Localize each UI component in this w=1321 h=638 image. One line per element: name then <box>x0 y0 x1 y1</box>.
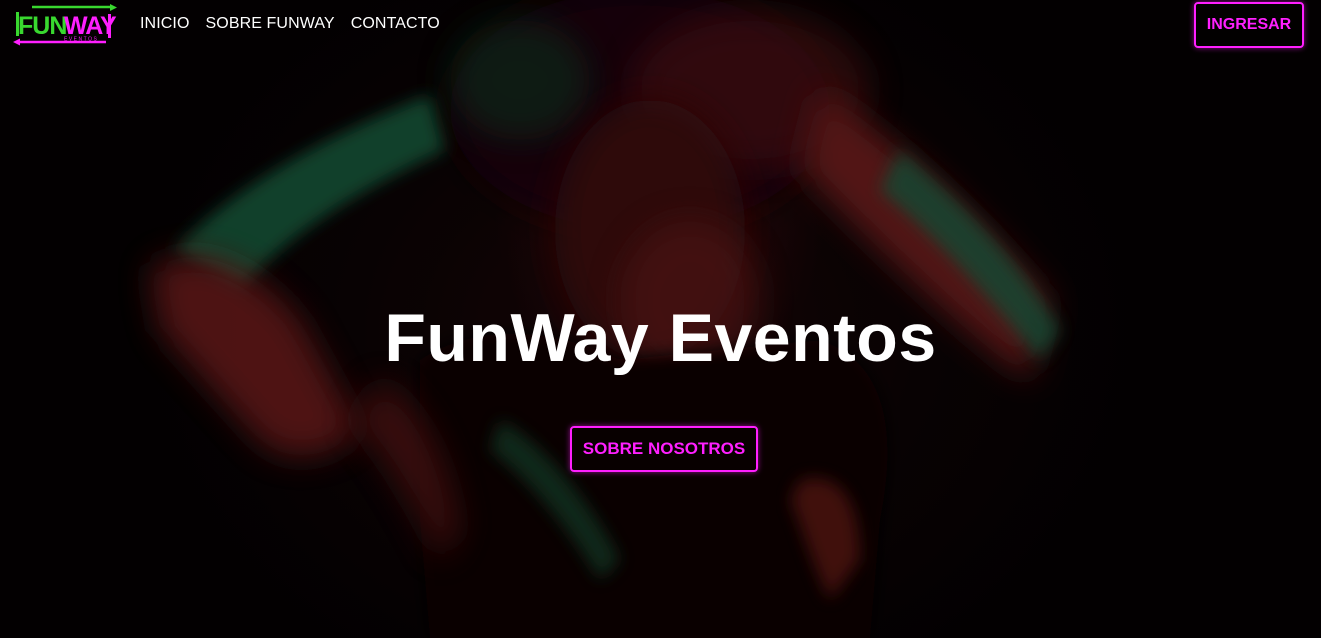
nav-links: INICIO SOBRE FUNWAY CONTACTO <box>140 15 440 33</box>
login-button[interactable]: INGRESAR <box>1194 2 1304 48</box>
hero-section: FUN WAY EVENTOS INICIO SOBRE FUNWAY CONT… <box>0 0 1321 638</box>
nav-link-sobre-funway[interactable]: SOBRE FUNWAY <box>206 15 335 33</box>
cta-wrapper: SOBRE NOSOTROS <box>0 426 1321 472</box>
nav-link-inicio[interactable]: INICIO <box>140 15 190 33</box>
svg-text:EVENTOS: EVENTOS <box>64 37 98 43</box>
funway-logo[interactable]: FUN WAY EVENTOS <box>10 4 120 46</box>
svg-text:FUN: FUN <box>18 12 66 40</box>
hero-title: FunWay Eventos <box>384 300 937 376</box>
nav-link-contacto[interactable]: CONTACTO <box>351 15 440 33</box>
about-us-button[interactable]: SOBRE NOSOTROS <box>569 426 759 472</box>
navbar: FUN WAY EVENTOS INICIO SOBRE FUNWAY CONT… <box>0 0 1321 52</box>
